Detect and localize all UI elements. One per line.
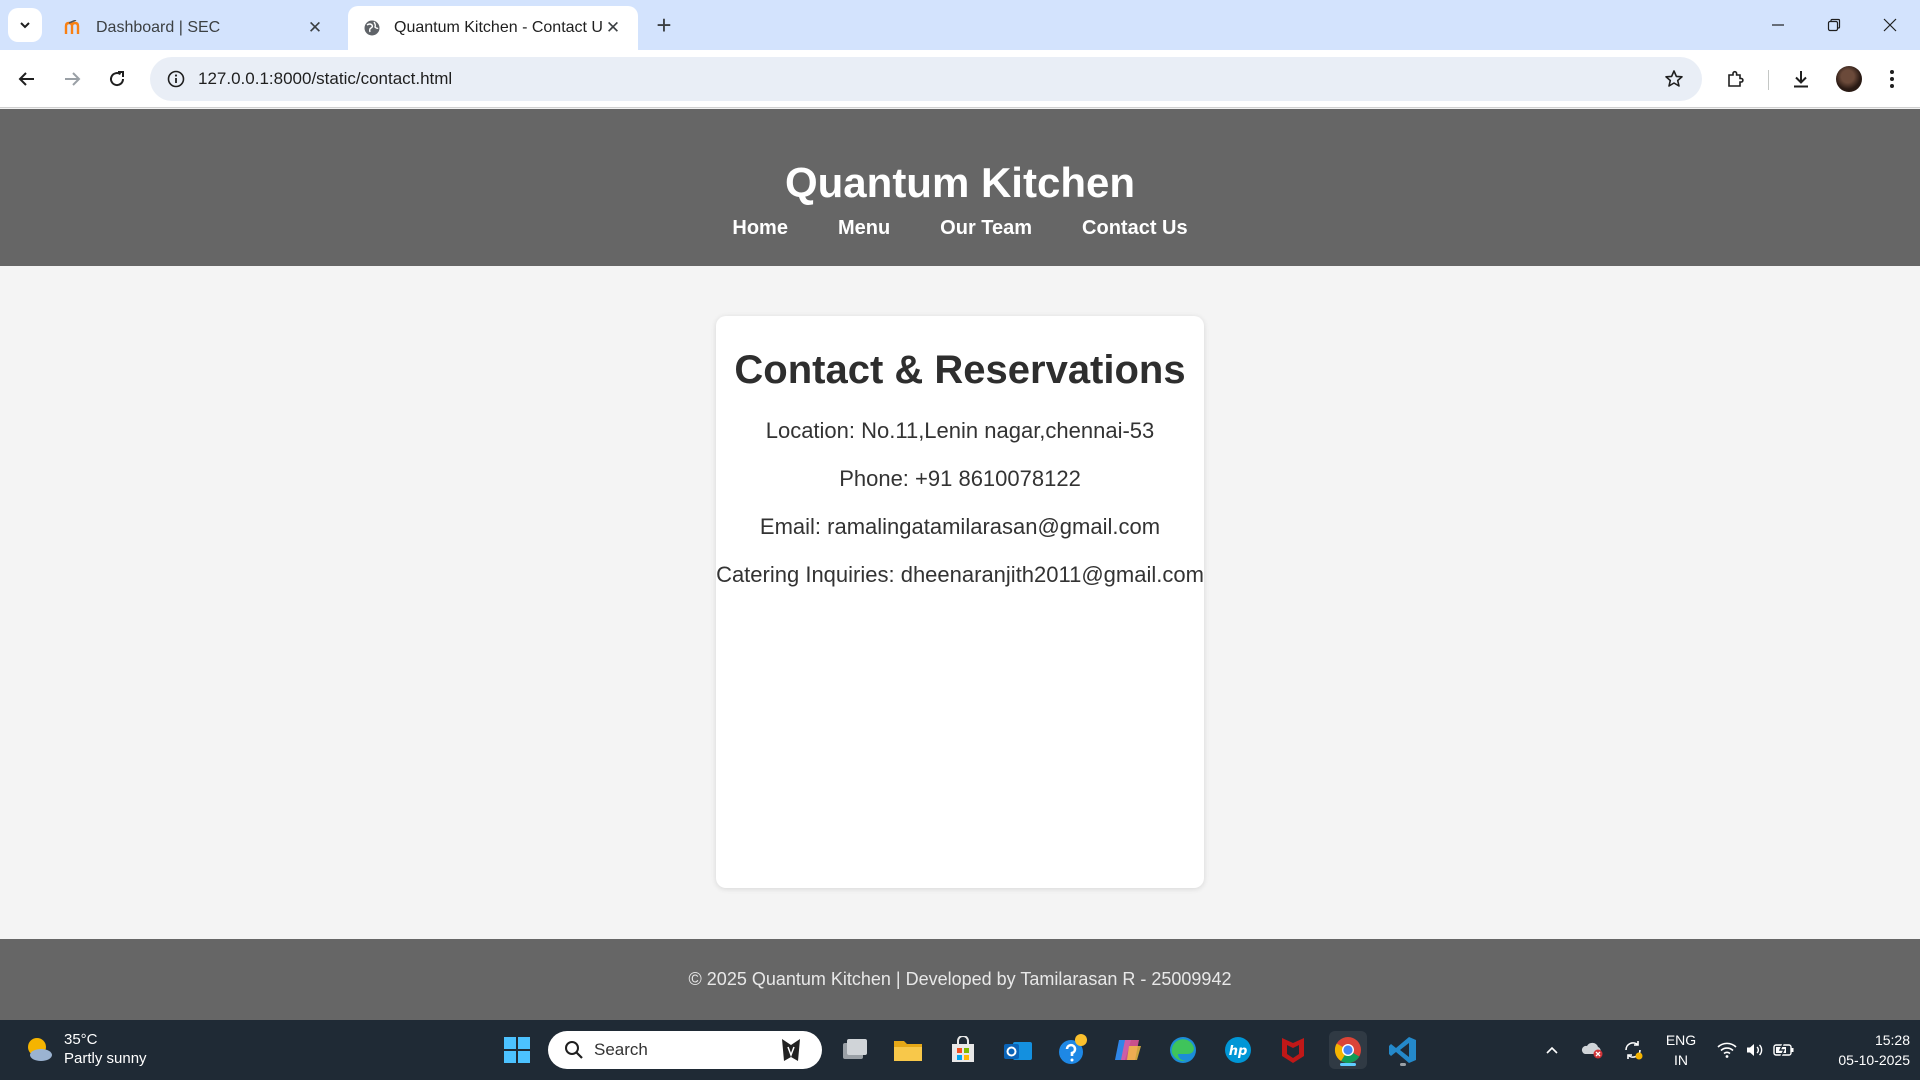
search-placeholder: Search <box>594 1040 648 1059</box>
contact-phone: Phone: +91 8610078122 <box>839 466 1081 491</box>
chrome-icon[interactable] <box>1329 1031 1367 1069</box>
language-indicator[interactable]: ENG IN <box>1660 1030 1702 1070</box>
contact-email: Email: ramalingatamilarasan@gmail.com <box>759 514 1161 539</box>
edge-icon[interactable] <box>1164 1031 1202 1069</box>
wifi-icon[interactable] <box>1714 1020 1740 1080</box>
close-icon[interactable]: ✕ <box>304 17 326 39</box>
task-view-icon[interactable] <box>836 1031 874 1069</box>
weather-widget[interactable]: 35°C Partly sunny <box>24 1030 147 1068</box>
weather-temp: 35°C <box>64 1031 98 1048</box>
partly-sunny-icon <box>24 1034 54 1064</box>
nav-link-our-team[interactable]: Our Team <box>940 217 1032 240</box>
toolbar-divider <box>1768 70 1769 90</box>
nav-link-menu[interactable]: Menu <box>838 217 890 240</box>
site-nav: Home Menu Our Team Contact Us <box>0 217 1920 240</box>
vscode-icon[interactable] <box>1384 1031 1422 1069</box>
browser-menu-button[interactable] <box>1873 60 1911 98</box>
weather-desc: Partly sunny <box>64 1050 147 1067</box>
minimize-icon <box>1772 24 1784 26</box>
contact-card: Contact & Reservations Location: No.11,L… <box>716 316 1204 888</box>
close-window-button[interactable] <box>1862 0 1918 50</box>
main-content: Contact & Reservations Location: No.11,L… <box>0 266 1920 939</box>
taskbar-search[interactable]: Search <box>548 1031 822 1069</box>
restore-button[interactable] <box>1806 0 1862 50</box>
back-button[interactable] <box>8 60 46 98</box>
tab-title: Quantum Kitchen - Contact Us <box>394 19 602 36</box>
moodle-icon <box>64 18 84 38</box>
restore-icon <box>1827 18 1841 32</box>
contact-catering: Catering Inquiries: dheenaranjith2011@gm… <box>716 562 1204 587</box>
tab-search-button[interactable] <box>8 8 42 42</box>
reload-icon <box>110 71 125 87</box>
arrow-right-icon <box>65 72 81 86</box>
search-highlight-icon <box>778 1035 804 1065</box>
volume-icon[interactable] <box>1742 1020 1768 1080</box>
chevron-up-icon <box>1546 1046 1558 1054</box>
browser-toolbar: 127.0.0.1:8000/static/contact.html <box>0 50 1920 108</box>
clock-time: 15:28 <box>1874 1032 1910 1048</box>
microsoft-store-icon[interactable] <box>944 1031 982 1069</box>
nav-link-contact-us[interactable]: Contact Us <box>1082 217 1188 240</box>
start-button[interactable] <box>498 1031 536 1069</box>
reload-button[interactable] <box>98 60 136 98</box>
tab-contact[interactable]: Quantum Kitchen - Contact Us ✕ <box>348 6 638 50</box>
downloads-button[interactable] <box>1782 60 1820 98</box>
minimize-button[interactable] <box>1750 0 1806 50</box>
globe-icon <box>362 18 382 38</box>
sync-icon[interactable] <box>1618 1020 1648 1080</box>
address-bar[interactable]: 127.0.0.1:8000/static/contact.html <box>150 57 1702 101</box>
url-text[interactable]: 127.0.0.1:8000/static/contact.html <box>198 69 1652 89</box>
mcafee-icon[interactable] <box>1274 1031 1312 1069</box>
profile-avatar[interactable] <box>1836 66 1862 92</box>
site-title: Quantum Kitchen <box>784 159 1135 206</box>
outlook-icon[interactable] <box>999 1031 1037 1069</box>
running-app-indicator <box>1400 1063 1406 1066</box>
system-clock[interactable]: 15:28 05-10-2025 <box>1810 1030 1910 1070</box>
new-tab-button[interactable]: + <box>650 10 678 40</box>
contact-heading: Contact & Reservations <box>734 348 1186 392</box>
extensions-button[interactable] <box>1717 60 1755 98</box>
hp-icon[interactable]: hp <box>1219 1031 1257 1069</box>
help-icon[interactable] <box>1054 1031 1092 1069</box>
screen: Dashboard | SEC ✕ Quantum Kitchen - Cont… <box>0 0 1920 1080</box>
forward-button[interactable] <box>53 60 91 98</box>
nav-link-home[interactable]: Home <box>732 217 788 240</box>
close-icon[interactable]: ✕ <box>602 17 624 39</box>
onedrive-error-icon[interactable] <box>1578 1020 1608 1080</box>
arrow-left-icon <box>18 72 34 86</box>
file-explorer-icon[interactable] <box>889 1031 927 1069</box>
bookmark-star-icon[interactable] <box>1652 57 1696 101</box>
clock-date: 05-10-2025 <box>1838 1052 1910 1068</box>
contact-location: Location: No.11,Lenin nagar,chennai-53 <box>765 418 1155 443</box>
puzzle-icon <box>1728 70 1744 87</box>
chevron-down-icon <box>20 22 30 29</box>
more-vertical-icon <box>1890 70 1894 88</box>
region-code: IN <box>1674 1052 1688 1068</box>
tab-dashboard[interactable]: Dashboard | SEC ✕ <box>50 6 340 50</box>
site-info-icon[interactable] <box>154 57 198 101</box>
browser-tabstrip: Dashboard | SEC ✕ Quantum Kitchen - Cont… <box>0 0 1920 50</box>
taskbar: 35°C Partly sunny Search hp ENG IN 15:28… <box>0 1020 1920 1080</box>
search-icon <box>554 1040 594 1060</box>
active-app-indicator <box>1340 1063 1356 1066</box>
download-icon <box>1794 71 1808 88</box>
site-header: Quantum Kitchen Home Menu Our Team Conta… <box>0 109 1920 266</box>
close-icon <box>1883 18 1897 32</box>
footer-text: © 2025 Quantum Kitchen | Developed by Ta… <box>688 969 1232 989</box>
windows-logo-icon <box>504 1037 530 1063</box>
copilot-icon[interactable] <box>1109 1031 1147 1069</box>
svg-text:hp: hp <box>1229 1044 1248 1059</box>
tab-title: Dashboard | SEC <box>96 19 221 36</box>
site-footer: © 2025 Quantum Kitchen | Developed by Ta… <box>0 939 1920 1020</box>
language-code: ENG <box>1665 1032 1697 1048</box>
show-hidden-icons-button[interactable] <box>1540 1020 1564 1080</box>
battery-icon[interactable] <box>1770 1020 1798 1080</box>
